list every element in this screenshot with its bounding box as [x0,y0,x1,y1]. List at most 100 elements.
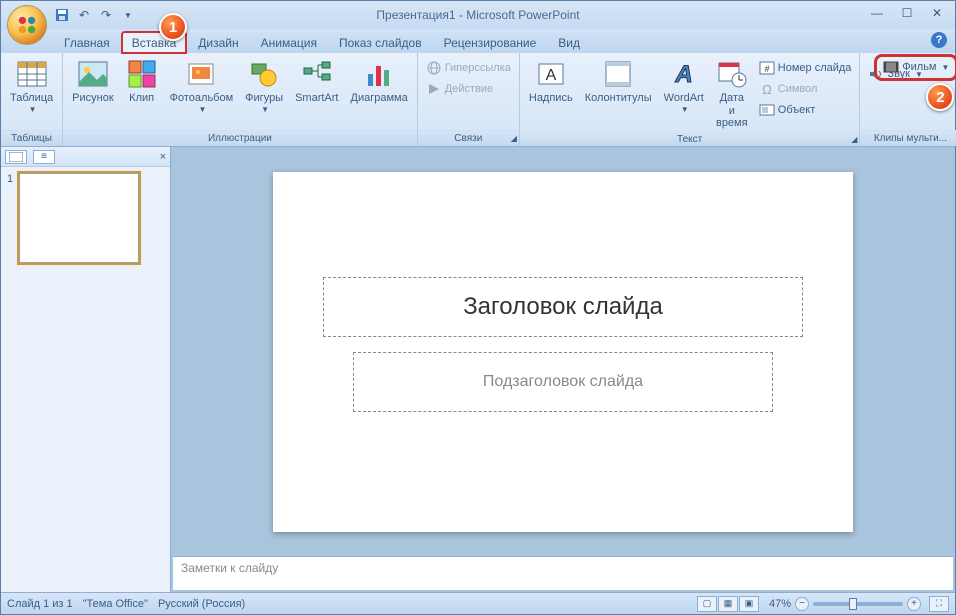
zoom-controls: 47% − + ⛶ [769,596,949,612]
table-button[interactable]: Таблица▼ [5,55,58,117]
thumbnail-number: 1 [7,173,13,263]
slides-panel: ≡ × 1 [1,147,171,592]
slides-tab-thumbnails[interactable] [5,150,27,164]
group-links-label: Связи [454,133,482,144]
chevron-down-icon: ▼ [29,105,37,114]
view-buttons: ▢ ▦ ▣ [697,596,759,612]
slides-panel-tabs: ≡ × [1,147,170,167]
thumbnail-preview[interactable] [19,173,139,263]
object-label: Объект [778,104,815,116]
hyperlink-label: Гиперссылка [445,62,511,74]
object-icon [759,102,775,118]
group-text-label: Текст [677,134,702,145]
minimize-button[interactable]: — [863,3,891,23]
notes-pane[interactable]: Заметки к слайду [173,556,953,590]
view-slideshow-button[interactable]: ▣ [739,596,759,612]
chevron-down-icon: ▼ [942,63,950,72]
view-normal-button[interactable]: ▢ [697,596,717,612]
zoom-out-button[interactable]: − [795,597,809,611]
title-bar: ↶ ↷ ▼ Презентация1 - Microsoft PowerPoin… [1,1,955,29]
hyperlink-icon [426,60,442,76]
slidenum-button[interactable]: # Номер слайда [755,58,856,78]
slide-thumbnail[interactable]: 1 [7,173,164,263]
shapes-label: Фигуры [245,92,283,105]
headerfooter-button[interactable]: Колонтитулы [580,55,657,108]
action-icon [426,81,442,97]
close-button[interactable]: ✕ [923,3,951,23]
tab-animation[interactable]: Анимация [250,31,328,53]
office-button[interactable] [7,5,47,45]
symbol-label: Символ [778,83,818,95]
zoom-slider[interactable] [813,602,903,606]
headerfooter-label: Колонтитулы [585,92,652,105]
ribbon: Таблица▼ Таблицы Рисунок Клип Фотоальбом… [1,53,955,147]
slide-canvas-area[interactable]: Заголовок слайда Подзаголовок слайда [171,147,955,556]
title-placeholder[interactable]: Заголовок слайда [323,277,803,337]
object-button[interactable]: Объект [755,100,856,120]
dialog-launcher-icon[interactable]: ◢ [511,134,517,143]
close-panel-icon[interactable]: × [160,151,166,163]
group-illustrations: Рисунок Клип Фотоальбом▼ Фигуры▼ SmartAr… [63,53,418,146]
svg-text:Ω: Ω [762,82,772,97]
chart-button[interactable]: Диаграмма [346,55,413,108]
action-button: Действие [422,79,515,99]
movie-icon [883,59,899,75]
smartart-label: SmartArt [295,92,338,105]
maximize-button[interactable]: ☐ [893,3,921,23]
save-icon[interactable] [53,6,71,24]
shapes-button[interactable]: Фигуры▼ [240,55,288,117]
zoom-in-button[interactable]: + [907,597,921,611]
smartart-icon [301,58,333,90]
status-bar: Слайд 1 из 1 "Тема Office" Русский (Росс… [1,592,955,614]
workspace: ≡ × 1 Заголовок слайда Подзаголовок слай… [1,147,955,592]
status-language[interactable]: Русский (Россия) [158,598,245,610]
picture-button[interactable]: Рисунок [67,55,119,108]
undo-icon[interactable]: ↶ [75,6,93,24]
editor-area: Заголовок слайда Подзаголовок слайда Зам… [171,147,955,592]
slide[interactable]: Заголовок слайда Подзаголовок слайда [273,172,853,532]
album-button[interactable]: Фотоальбом▼ [165,55,239,117]
datetime-button[interactable]: Дата и время [711,55,753,133]
group-illustrations-label: Иллюстрации [63,130,417,146]
table-label: Таблица [10,92,53,105]
tab-design[interactable]: Дизайн [187,31,249,53]
subtitle-placeholder[interactable]: Подзаголовок слайда [353,352,773,412]
album-label: Фотоальбом [170,92,234,105]
slidenum-label: Номер слайда [778,62,852,74]
tab-slideshow[interactable]: Показ слайдов [328,31,433,53]
chevron-down-icon: ▼ [261,105,269,114]
zoom-slider-thumb[interactable] [849,598,857,610]
smartart-button[interactable]: SmartArt [290,55,343,108]
symbol-icon: Ω [759,81,775,97]
action-label: Действие [445,83,493,95]
tab-view[interactable]: Вид [547,31,591,53]
help-button[interactable]: ? [931,32,947,48]
svg-text:A: A [674,61,692,88]
chevron-down-icon: ▼ [681,105,689,114]
clip-button[interactable]: Клип [121,55,163,108]
tab-review[interactable]: Рецензирование [433,31,548,53]
headerfooter-icon [602,58,634,90]
tab-home[interactable]: Главная [53,31,121,53]
slides-tab-outline[interactable]: ≡ [33,150,55,164]
redo-icon[interactable]: ↷ [97,6,115,24]
movie-button[interactable]: Фильм▼ [879,57,953,77]
group-links: Гиперссылка Действие Связи ◢ [418,53,520,146]
qat-dropdown-icon[interactable]: ▼ [119,6,137,24]
zoom-level[interactable]: 47% [769,598,791,610]
group-tables-label: Таблицы [1,130,62,146]
clip-label: Клип [129,92,154,105]
quick-access-toolbar: ↶ ↷ ▼ [53,6,137,24]
textbox-button[interactable]: A Надпись [524,55,578,108]
textbox-icon: A [535,58,567,90]
ribbon-tabs: Главная Вставка Дизайн Анимация Показ сл… [1,29,955,53]
notes-placeholder: Заметки к слайду [181,561,278,575]
view-sorter-button[interactable]: ▦ [718,596,738,612]
window-title: Презентация1 - Microsoft PowerPoint [1,8,955,22]
dialog-launcher-icon[interactable]: ◢ [851,135,857,144]
fit-to-window-button[interactable]: ⛶ [929,596,949,612]
wordart-button[interactable]: A WordArt▼ [659,55,709,117]
window-controls: — ☐ ✕ [863,3,951,23]
picture-icon [77,58,109,90]
chevron-down-icon: ▼ [198,105,206,114]
